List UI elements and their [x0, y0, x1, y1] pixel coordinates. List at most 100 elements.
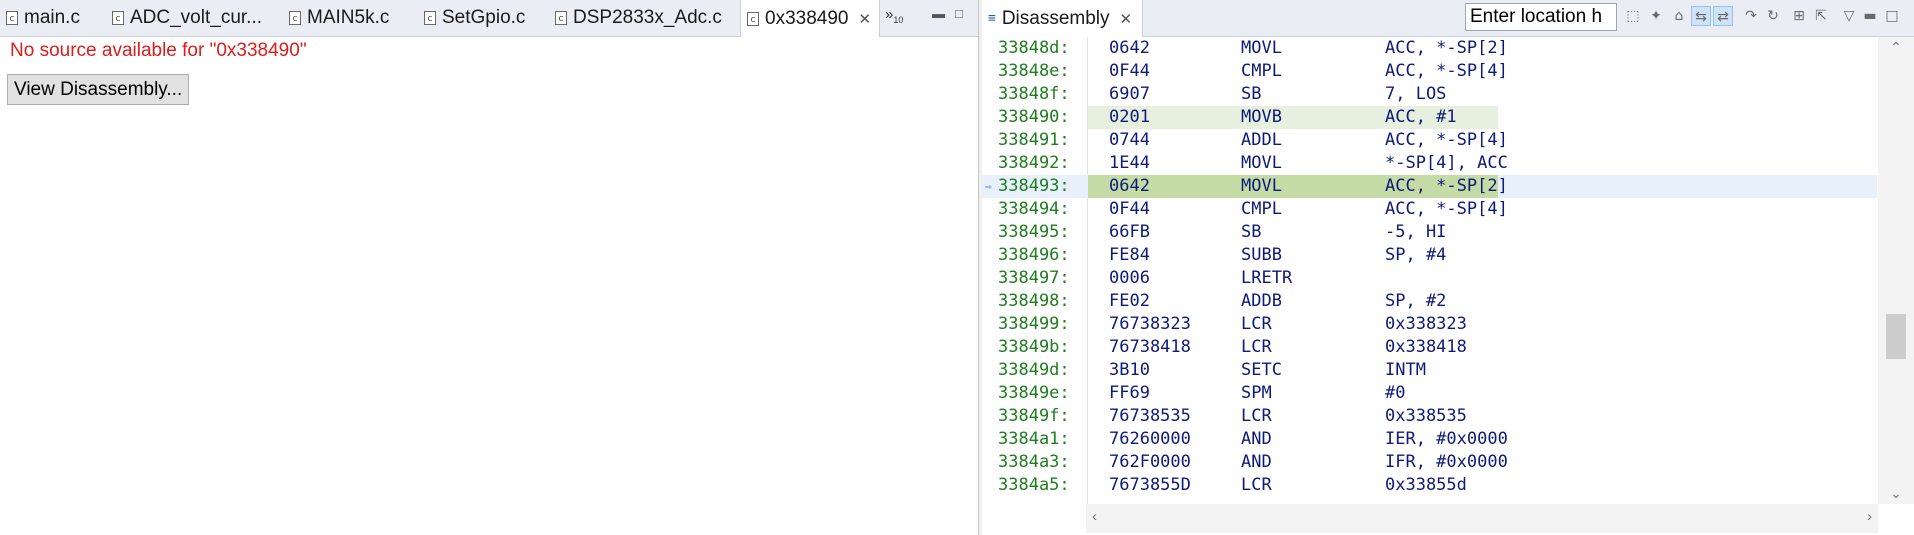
show-source-icon[interactable]: ⇄ [1713, 6, 1733, 26]
disassembly-row[interactable]: 338491: 0744 ADDL ACC, *-SP[4] [982, 129, 1877, 152]
address: 338495: [998, 222, 1070, 242]
maximize-icon[interactable]: □ [1882, 6, 1902, 26]
tab-disassembly[interactable]: ≡ Disassembly ✕ [982, 0, 1144, 37]
pin-icon[interactable]: ⇱ [1811, 6, 1831, 26]
scroll-up-icon[interactable]: ⌃ [1878, 39, 1914, 56]
go-to-location-icon[interactable]: ⬚ [1623, 6, 1643, 26]
mnemonic: LCR [1241, 337, 1272, 357]
view-menu-icon[interactable]: ▽ [1839, 6, 1859, 26]
new-view-icon[interactable]: ⊞ [1789, 6, 1809, 26]
tab-0x338490[interactable]: c 0x338490 ✕ [740, 0, 881, 37]
c-file-icon: c [424, 11, 436, 25]
opcode: 76738323 [1109, 314, 1191, 334]
operands: 0x33855d [1385, 475, 1467, 495]
mnemonic: ADDB [1241, 291, 1282, 311]
refresh-icon[interactable]: ✦ [1646, 6, 1666, 26]
mnemonic: LCR [1241, 314, 1272, 334]
mnemonic: CMPL [1241, 199, 1282, 219]
step-over-icon[interactable]: ↷ [1741, 6, 1761, 26]
opcode: FF69 [1109, 383, 1150, 403]
opcode: 0006 [1109, 268, 1150, 288]
disassembly-row[interactable]: 33849e: FF69 SPM #0 [982, 382, 1877, 405]
address: 338493: [998, 176, 1070, 196]
disassembly-listing[interactable]: 33848d: 0642 MOVL ACC, *-SP[2] 33848e: 0F44 CM… [982, 37, 1877, 504]
disassembly-row[interactable]: 33848e: 0F44 CMPL ACC, *-SP[4] [982, 60, 1877, 83]
disassembly-row[interactable]: 338497: 0006 LRETR [982, 267, 1877, 290]
disassembly-icon: ≡ [988, 11, 996, 26]
disassembly-row[interactable]: 338490: 0201 MOVB ACC, #1 [982, 106, 1877, 129]
operands: 0x338535 [1385, 406, 1467, 426]
maximize-icon[interactable]: □ [955, 6, 963, 21]
tab-overflow-button[interactable]: »10 [885, 6, 903, 25]
mnemonic: MOVB [1241, 107, 1282, 127]
address: 3384a3: [998, 452, 1070, 472]
tab-label: DSP2833x_Adc.c [573, 7, 722, 28]
editor-tab-bar: c main.c c ADC_volt_cur... c MAIN5k.c c … [0, 0, 978, 37]
c-file-icon: c [555, 11, 567, 25]
disassembly-row[interactable]: 338492: 1E44 MOVL *-SP[4], ACC [982, 152, 1877, 175]
mnemonic: MOVL [1241, 38, 1282, 58]
mnemonic: MOVL [1241, 176, 1282, 196]
scroll-left-icon[interactable]: ‹ [1092, 508, 1097, 525]
no-source-message: No source available for "0x338490" [10, 40, 307, 61]
disassembly-row[interactable]: ⇨ 338493: 0642 MOVL ACC, *-SP[2] [982, 175, 1877, 198]
tab-dsp2833x-adc-c[interactable]: c DSP2833x_Adc.c [555, 0, 722, 36]
disassembly-row[interactable]: 338499: 76738323 LCR 0x338323 [982, 313, 1877, 336]
scroll-right-icon[interactable]: › [1867, 508, 1872, 525]
close-icon[interactable]: ✕ [858, 10, 871, 28]
operands: -5, HI [1385, 222, 1447, 242]
tab-adc-volt-cur[interactable]: c ADC_volt_cur... [112, 0, 262, 36]
minimize-icon[interactable]: ▬ [932, 6, 945, 21]
opcode: 762F0000 [1109, 452, 1191, 472]
disassembly-row[interactable]: 33848f: 6907 SB 7, LOS [982, 83, 1877, 106]
disassembly-row[interactable]: 3384a1: 76260000 AND IER, #0x0000 [982, 428, 1877, 451]
disassembly-row[interactable]: 33849d: 3B10 SETC INTM [982, 359, 1877, 382]
operands: ACC, #1 [1385, 107, 1457, 127]
close-icon[interactable]: ✕ [1120, 10, 1133, 28]
address: 33848d: [998, 38, 1070, 58]
horizontal-scrollbar[interactable]: ‹ › [1086, 504, 1878, 533]
tab-main5k-c[interactable]: c MAIN5k.c [289, 0, 389, 36]
tab-main-c[interactable]: c main.c [6, 0, 80, 36]
opcode: 76738418 [1109, 337, 1191, 357]
disassembly-row[interactable]: 338494: 0F44 CMPL ACC, *-SP[4] [982, 198, 1877, 221]
address: 338494: [998, 199, 1070, 219]
disassembly-row[interactable]: 3384a3: 762F0000 AND IFR, #0x0000 [982, 451, 1877, 474]
link-with-pc-icon[interactable]: ⇆ [1691, 6, 1711, 26]
mnemonic: SUBB [1241, 245, 1282, 265]
opcode: 0F44 [1109, 61, 1150, 81]
disassembly-row[interactable]: 338496: FE84 SUBB SP, #4 [982, 244, 1877, 267]
location-input[interactable] [1465, 3, 1617, 31]
address: 338499: [998, 314, 1070, 334]
scroll-down-icon[interactable]: ⌄ [1878, 485, 1914, 502]
disassembly-row[interactable]: 338495: 66FB SB -5, HI [982, 221, 1877, 244]
address: 33849d: [998, 360, 1070, 380]
operands: ACC, *-SP[4] [1385, 130, 1508, 150]
mnemonic: CMPL [1241, 61, 1282, 81]
address: 338490: [998, 107, 1070, 127]
disassembly-row[interactable]: 3384a5: 7673855D LCR 0x33855d [982, 474, 1877, 497]
vertical-scrollbar[interactable]: ⌃ ⌄ [1878, 37, 1914, 504]
disassembly-row[interactable]: 33848d: 0642 MOVL ACC, *-SP[2] [982, 37, 1877, 60]
view-disassembly-button[interactable]: View Disassembly... [7, 74, 190, 105]
disassembly-row[interactable]: 33849f: 76738535 LCR 0x338535 [982, 405, 1877, 428]
disassembly-row[interactable]: 338498: FE02 ADDB SP, #2 [982, 290, 1877, 313]
mnemonic: LRETR [1241, 268, 1293, 288]
opcode: 76738535 [1109, 406, 1191, 426]
scroll-thumb[interactable] [1886, 314, 1906, 359]
refresh-view-icon[interactable]: ↻ [1763, 6, 1783, 26]
opcode: FE02 [1109, 291, 1150, 311]
address: 338492: [998, 153, 1070, 173]
disassembly-row[interactable]: 33849b: 76738418 LCR 0x338418 [982, 336, 1877, 359]
tab-setgpio-c[interactable]: c SetGpio.c [424, 0, 525, 36]
opcode: 0642 [1109, 176, 1150, 196]
opcode: 3B10 [1109, 360, 1150, 380]
address: 338491: [998, 130, 1070, 150]
minimize-icon[interactable]: ▬ [1860, 6, 1880, 26]
disassembly-view: ≡ Disassembly ✕ ⬚ ✦ ⌂ ⇆ ⇄ ↷ ↻ ⊞ ⇱ ▽ ▬ □ … [982, 0, 1914, 535]
mnemonic: MOVL [1241, 153, 1282, 173]
opcode: 0F44 [1109, 199, 1150, 219]
home-icon[interactable]: ⌂ [1669, 6, 1689, 26]
mnemonic: AND [1241, 452, 1272, 472]
opcode: 0744 [1109, 130, 1150, 150]
